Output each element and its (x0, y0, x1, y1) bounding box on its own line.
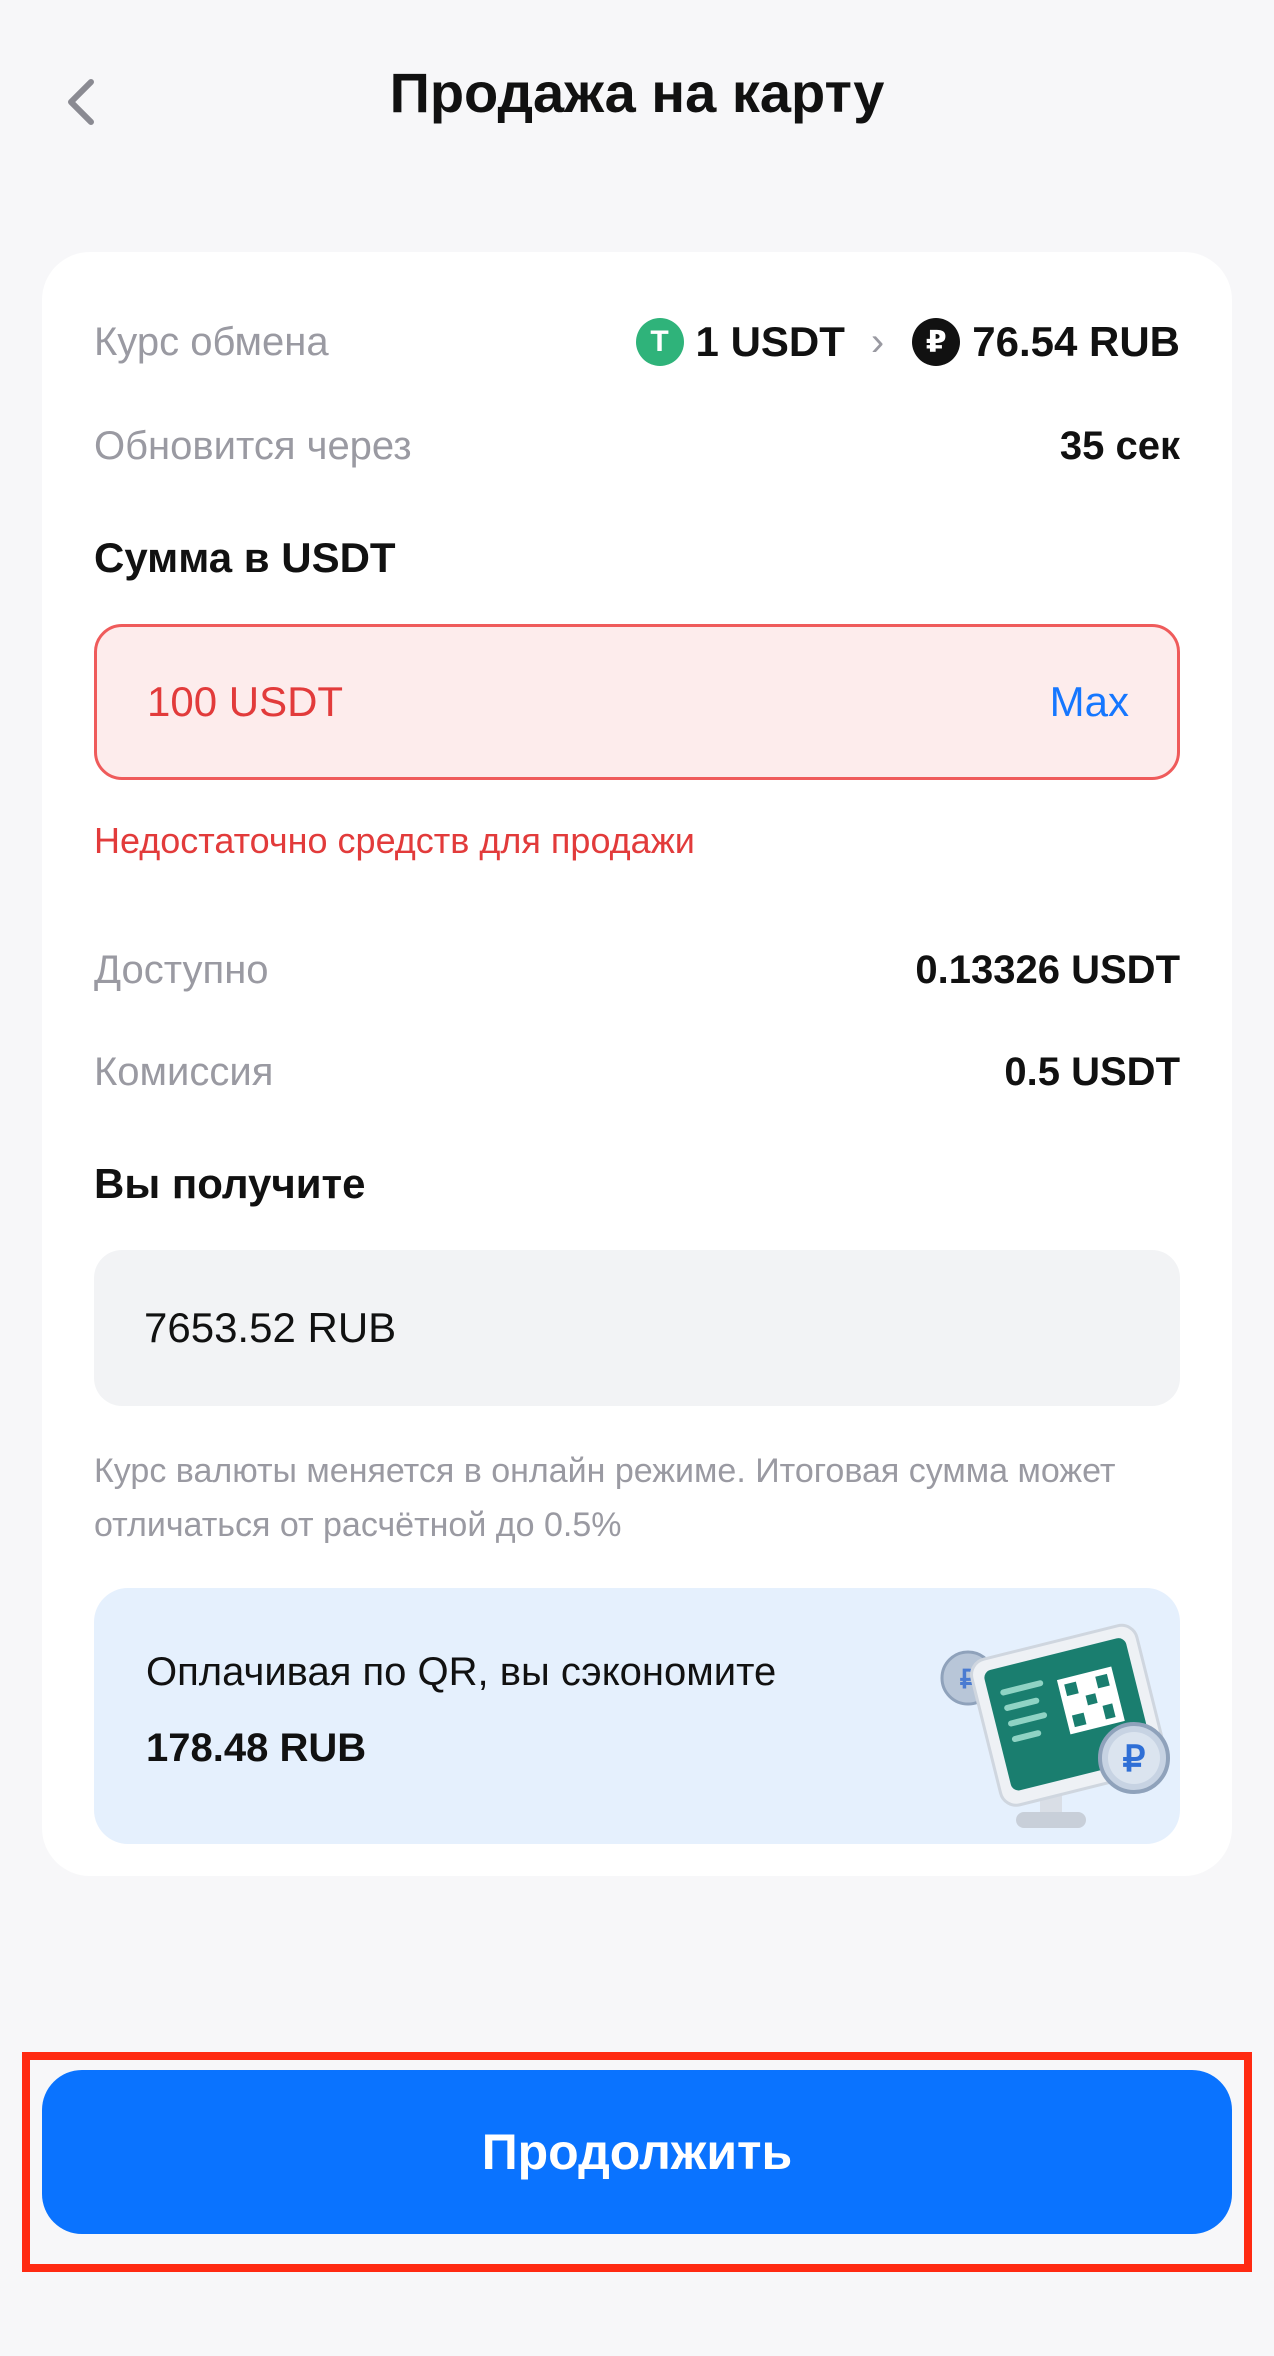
chevron-right-icon: › (870, 319, 885, 364)
exchange-rate-value: T 1 USDT › ₽ 76.54 RUB (635, 318, 1180, 366)
promo-text: Оплачивая по QR, вы сэкономите (146, 1650, 777, 1694)
qr-promo-banner[interactable]: Оплачивая по QR, вы сэкономите 178.48 RU… (94, 1588, 1180, 1844)
available-label: Доступно (94, 947, 269, 992)
refresh-row: Обновится через 35 сек (94, 416, 1180, 476)
max-button[interactable]: Max (1050, 678, 1129, 726)
receive-amount-field: 7653.52 RUB (94, 1250, 1180, 1406)
fee-row: Комиссия 0.5 USDT (94, 1042, 1180, 1102)
amount-title: Сумма в USDT (94, 534, 396, 581)
amount-input[interactable] (145, 677, 849, 727)
continue-button[interactable]: Продолжить (42, 2070, 1232, 2234)
receive-amount: 7653.52 RUB (144, 1304, 397, 1351)
sell-form-card: Курс обмена T 1 USDT › ₽ 76.54 RUB Обнов… (42, 252, 1232, 1876)
available-value: 0.13326 USDT (915, 947, 1180, 992)
exchange-rate-label: Курс обмена (94, 319, 329, 364)
exchange-rate-row: Курс обмена T 1 USDT › ₽ 76.54 RUB (94, 312, 1180, 372)
refresh-label: Обновится через (94, 423, 412, 468)
amount-input-field[interactable]: Max (94, 624, 1180, 780)
error-message: Недостаточно средств для продажи (94, 820, 695, 861)
ruble-icon: ₽ (912, 318, 961, 366)
page-title: Продажа на карту (389, 61, 885, 124)
rate-from: 1 USDT (695, 318, 845, 365)
header: Продажа на карту (0, 0, 1274, 200)
svg-text:₽: ₽ (1123, 1738, 1146, 1779)
qr-terminal-illustration: ₽ ₽ (940, 1623, 1170, 1828)
receive-title: Вы получите (94, 1160, 366, 1207)
refresh-countdown: 35 сек (1059, 423, 1180, 468)
usdt-icon: T (635, 318, 684, 366)
fee-value: 0.5 USDT (1004, 1049, 1180, 1094)
fee-label: Комиссия (94, 1049, 274, 1094)
rate-to: 76.54 RUB (972, 318, 1180, 365)
available-row: Доступно 0.13326 USDT (94, 940, 1180, 1000)
rate-disclaimer: Курс валюты меняется в онлайн режиме. Ит… (94, 1452, 1116, 1544)
promo-savings: 178.48 RUB (146, 1726, 367, 1770)
